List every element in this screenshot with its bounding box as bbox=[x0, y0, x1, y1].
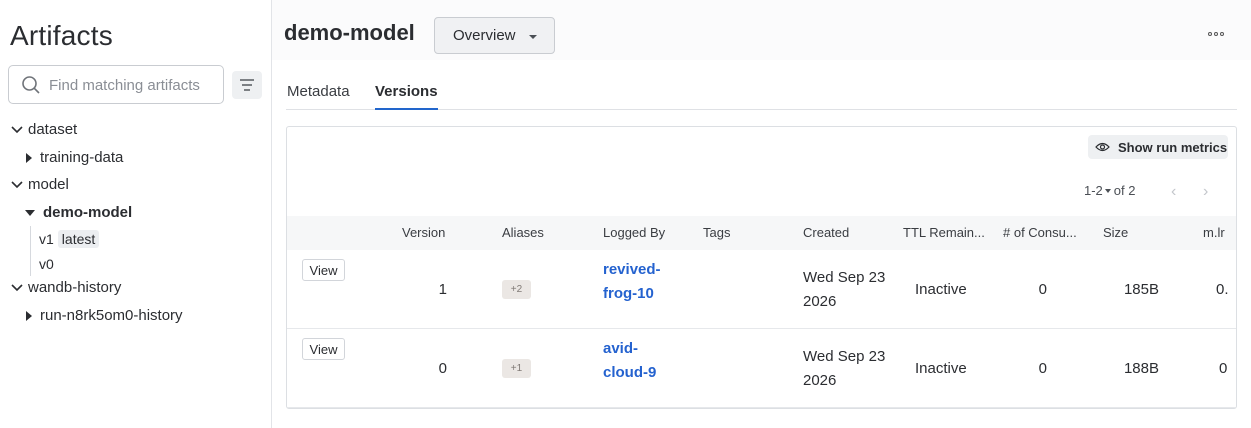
m-lr-cell: 0 bbox=[1219, 360, 1228, 377]
pagination-summary[interactable]: 1-2 of 2 bbox=[1084, 183, 1135, 198]
m-lr-cell: 0. bbox=[1216, 281, 1229, 298]
caret-down-icon bbox=[1104, 188, 1111, 193]
artifact-search-box[interactable] bbox=[8, 65, 224, 104]
show-run-metrics-label: Show run metrics bbox=[1118, 139, 1228, 155]
ttl-cell: Inactive bbox=[915, 281, 967, 298]
size-cell: 188B bbox=[1123, 360, 1159, 377]
consumers-cell: 0 bbox=[1038, 360, 1047, 377]
tree-group-model[interactable]: model bbox=[10, 176, 69, 193]
column-header-m-lr[interactable]: m.lr bbox=[1203, 225, 1225, 240]
tree-group-label: model bbox=[28, 176, 69, 193]
artifact-header: demo-model Overview bbox=[272, 0, 1251, 60]
tree-group-dataset[interactable]: dataset bbox=[10, 121, 77, 138]
ttl-cell: Inactive bbox=[915, 360, 967, 377]
tree-group-label: wandb-history bbox=[28, 279, 122, 296]
tree-group-wandb-history[interactable]: wandb-history bbox=[10, 279, 121, 296]
sidebar-title: Artifacts bbox=[10, 20, 113, 51]
caret-down-icon bbox=[25, 209, 35, 216]
chevron-down-icon bbox=[11, 125, 23, 133]
search-icon bbox=[22, 76, 40, 94]
chevron-down-icon bbox=[11, 283, 23, 291]
tree-item-run-history[interactable]: run-n8rk5om0-history bbox=[26, 307, 183, 324]
tree-guide-line bbox=[30, 226, 31, 276]
page-total: of 2 bbox=[1113, 183, 1136, 198]
prev-page-icon[interactable]: ‹ bbox=[1171, 183, 1176, 201]
consumers-cell: 0 bbox=[1038, 281, 1047, 298]
column-header-tags[interactable]: Tags bbox=[703, 225, 730, 240]
page-range: 1-2 bbox=[1084, 183, 1103, 198]
main-content: demo-model Overview Metadata Versions Sh… bbox=[272, 0, 1251, 428]
version-label: v1 bbox=[39, 231, 54, 247]
caret-right-icon bbox=[26, 310, 32, 321]
logged-by-run-link[interactable]: revived-frog-10 bbox=[603, 258, 673, 306]
table-header: Version Aliases Logged By Tags Created T… bbox=[287, 216, 1236, 250]
view-select-dropdown[interactable]: Overview bbox=[434, 17, 555, 54]
eye-icon bbox=[1095, 142, 1110, 152]
column-header-aliases[interactable]: Aliases bbox=[502, 225, 544, 240]
filter-button[interactable] bbox=[232, 71, 262, 99]
alias-badge: latest bbox=[57, 230, 100, 248]
table-row: View 1 +2 revived-frog-10 Wed Sep 23 202… bbox=[287, 250, 1236, 329]
tree-item-label: run-n8rk5om0-history bbox=[40, 307, 183, 324]
view-select-value: Overview bbox=[453, 27, 516, 44]
view-version-button[interactable]: View bbox=[302, 338, 345, 360]
column-header-logged-by[interactable]: Logged By bbox=[603, 225, 665, 240]
created-cell: Wed Sep 23 2026 bbox=[803, 269, 886, 310]
version-label: v0 bbox=[39, 256, 54, 272]
tab-versions[interactable]: Versions bbox=[375, 83, 438, 110]
size-cell: 185B bbox=[1123, 281, 1159, 298]
tree-item-demo-model[interactable]: demo-model bbox=[25, 204, 132, 221]
page-title: demo-model bbox=[284, 20, 415, 45]
version-cell: 1 bbox=[438, 281, 447, 298]
view-version-button[interactable]: View bbox=[302, 259, 345, 281]
aliases-badge[interactable]: +2 bbox=[502, 280, 531, 299]
artifacts-sidebar: Artifacts dataset training-data model bbox=[0, 0, 272, 428]
tree-version-v0[interactable]: v0 bbox=[39, 256, 54, 272]
column-header-created[interactable]: Created bbox=[803, 225, 849, 240]
tree-group-label: dataset bbox=[28, 121, 78, 138]
caret-down-icon bbox=[529, 35, 537, 39]
version-cell: 0 bbox=[438, 360, 447, 377]
tab-metadata[interactable]: Metadata bbox=[287, 83, 350, 108]
caret-right-icon bbox=[26, 152, 32, 163]
search-input[interactable] bbox=[49, 74, 219, 96]
table-row: View 0 +1 avid-cloud-9 Wed Sep 23 2026 I… bbox=[287, 329, 1236, 408]
versions-panel: Show run metrics 1-2 of 2 ‹ › Version Al… bbox=[286, 126, 1237, 409]
column-header-version[interactable]: Version bbox=[402, 225, 445, 240]
column-header-consumers[interactable]: # of Consu... bbox=[1003, 225, 1077, 240]
tree-item-label: training-data bbox=[40, 149, 124, 166]
aliases-badge[interactable]: +1 bbox=[502, 359, 531, 378]
column-header-ttl[interactable]: TTL Remain... bbox=[903, 225, 985, 240]
more-options-icon[interactable] bbox=[1208, 30, 1224, 38]
filter-icon bbox=[240, 79, 254, 91]
tab-bar: Metadata Versions bbox=[286, 80, 1237, 110]
tree-version-v1[interactable]: v1 latest bbox=[39, 230, 100, 248]
created-cell: Wed Sep 23 2026 bbox=[803, 348, 886, 389]
show-run-metrics-button[interactable]: Show run metrics bbox=[1088, 135, 1228, 159]
tree-item-training-data[interactable]: training-data bbox=[26, 149, 123, 166]
tree-item-label: demo-model bbox=[43, 204, 133, 221]
logged-by-run-link[interactable]: avid-cloud-9 bbox=[603, 337, 673, 385]
chevron-down-icon bbox=[11, 180, 23, 188]
column-header-size[interactable]: Size bbox=[1103, 225, 1128, 240]
next-page-icon[interactable]: › bbox=[1203, 183, 1208, 201]
